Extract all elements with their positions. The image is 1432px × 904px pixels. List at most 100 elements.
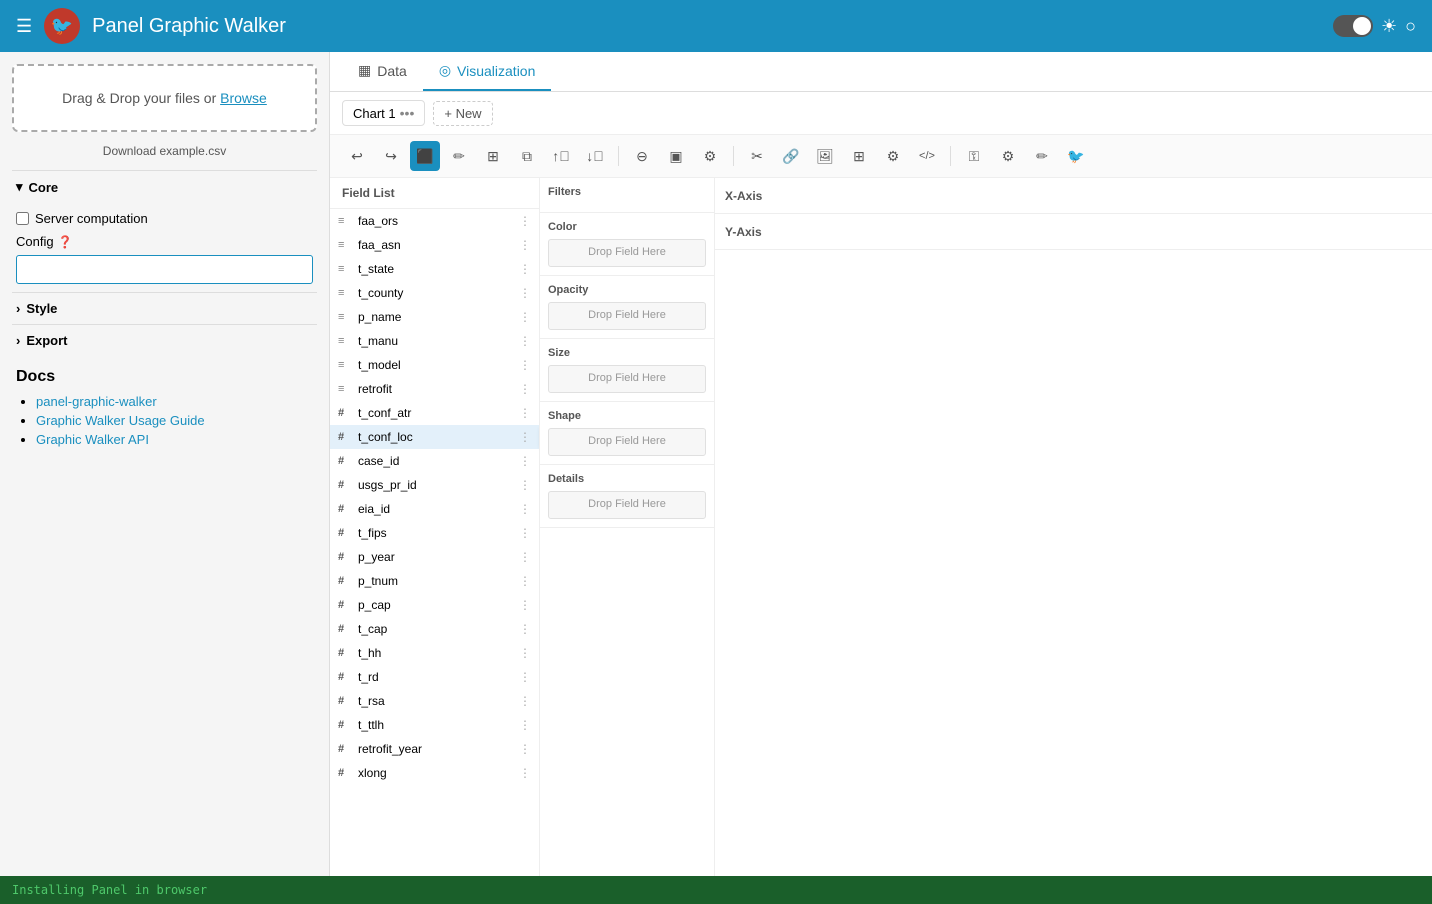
field-menu-icon[interactable]: ⋮ [519, 286, 531, 300]
field-menu-icon[interactable]: ⋮ [519, 214, 531, 228]
field-item[interactable]: #t_fips⋮ [330, 521, 539, 545]
field-item[interactable]: #xlong⋮ [330, 761, 539, 785]
field-menu-icon[interactable]: ⋮ [519, 502, 531, 516]
field-item[interactable]: #t_ttlh⋮ [330, 713, 539, 737]
sort-asc-button[interactable]: ↑⃣ [546, 141, 576, 171]
field-item[interactable]: #t_rsa⋮ [330, 689, 539, 713]
color-drop-zone[interactable]: Drop Field Here [548, 239, 706, 267]
sort-desc-button[interactable]: ↓⃣ [580, 141, 610, 171]
config-button[interactable]: ⚙ [878, 141, 908, 171]
zoom-rect-button[interactable]: ▣ [661, 141, 691, 171]
field-item[interactable]: #usgs_pr_id⋮ [330, 473, 539, 497]
field-item[interactable]: #p_year⋮ [330, 545, 539, 569]
field-menu-icon[interactable]: ⋮ [519, 430, 531, 444]
field-item[interactable]: #retrofit_year⋮ [330, 737, 539, 761]
field-menu-icon[interactable]: ⋮ [519, 598, 531, 612]
chart-tab-1[interactable]: Chart 1 ••• [342, 100, 425, 126]
brightness-icon[interactable]: ☀ [1381, 16, 1397, 37]
menu-icon[interactable]: ☰ [16, 16, 32, 37]
export-section-header[interactable]: › Export [12, 324, 317, 356]
core-section-header[interactable]: ▾ Core [12, 170, 317, 203]
code-button[interactable]: </> [912, 141, 942, 171]
server-computation-checkbox[interactable] [16, 212, 29, 225]
field-menu-icon[interactable]: ⋮ [519, 526, 531, 540]
field-item[interactable]: ≡t_model⋮ [330, 353, 539, 377]
details-drop-zone[interactable]: Drop Field Here [548, 491, 706, 519]
add-chart-button[interactable]: + New [433, 101, 492, 126]
mark-type-button[interactable]: ⬛ [410, 141, 440, 171]
theme-toggle[interactable] [1333, 15, 1373, 37]
browse-link[interactable]: Browse [220, 90, 267, 106]
docs-link-usage[interactable]: Graphic Walker Usage Guide [36, 413, 205, 428]
field-menu-icon[interactable]: ⋮ [519, 670, 531, 684]
field-menu-icon[interactable]: ⋮ [519, 622, 531, 636]
field-item[interactable]: ≡retrofit⋮ [330, 377, 539, 401]
docs-link-panel[interactable]: panel-graphic-walker [36, 394, 157, 409]
undo-button[interactable]: ↩ [342, 141, 372, 171]
field-menu-icon[interactable]: ⋮ [519, 238, 531, 252]
tab-data[interactable]: ▦ Data [342, 52, 423, 91]
edit-button[interactable]: ✏ [444, 141, 474, 171]
field-name-label: faa_asn [358, 238, 513, 252]
key-button[interactable]: ⚿ [959, 141, 989, 171]
field-menu-icon[interactable]: ⋮ [519, 310, 531, 324]
field-item[interactable]: #p_tnum⋮ [330, 569, 539, 593]
docs-link-api[interactable]: Graphic Walker API [36, 432, 149, 447]
key-settings-button[interactable]: ⚙ [993, 141, 1023, 171]
field-menu-icon[interactable]: ⋮ [519, 694, 531, 708]
circle-icon[interactable]: ○ [1405, 16, 1416, 37]
y-axis-drop[interactable] [785, 224, 1432, 240]
table-button[interactable]: ⊞ [844, 141, 874, 171]
field-item[interactable]: ≡p_name⋮ [330, 305, 539, 329]
upload-zone[interactable]: Drag & Drop your files or Browse [12, 64, 317, 132]
pen-button[interactable]: ✏ [1027, 141, 1057, 171]
download-link[interactable]: Download example.csv [12, 144, 317, 158]
field-menu-icon[interactable]: ⋮ [519, 454, 531, 468]
link-button[interactable]: 🔗 [776, 141, 806, 171]
image-button[interactable]: 🖼 [810, 141, 840, 171]
field-menu-icon[interactable]: ⋮ [519, 742, 531, 756]
redo-button[interactable]: ↪ [376, 141, 406, 171]
field-item[interactable]: #t_rd⋮ [330, 665, 539, 689]
field-menu-icon[interactable]: ⋮ [519, 478, 531, 492]
size-drop-zone[interactable]: Drop Field Here [548, 365, 706, 393]
field-item[interactable]: #p_cap⋮ [330, 593, 539, 617]
layers-button[interactable]: ⊞ [478, 141, 508, 171]
field-item[interactable]: ≡t_manu⋮ [330, 329, 539, 353]
field-item[interactable]: #case_id⋮ [330, 449, 539, 473]
field-name-label: t_manu [358, 334, 513, 348]
field-menu-icon[interactable]: ⋮ [519, 382, 531, 396]
shape-drop-zone[interactable]: Drop Field Here [548, 428, 706, 456]
field-menu-icon[interactable]: ⋮ [519, 358, 531, 372]
field-menu-icon[interactable]: ⋮ [519, 718, 531, 732]
brush-button[interactable]: ✂ [742, 141, 772, 171]
field-item[interactable]: #t_cap⋮ [330, 617, 539, 641]
field-menu-icon[interactable]: ⋮ [519, 406, 531, 420]
field-menu-icon[interactable]: ⋮ [519, 766, 531, 780]
field-item[interactable]: #t_hh⋮ [330, 641, 539, 665]
field-item[interactable]: #t_conf_atr⋮ [330, 401, 539, 425]
field-item[interactable]: #eia_id⋮ [330, 497, 539, 521]
config-input[interactable] [16, 255, 313, 284]
field-menu-icon[interactable]: ⋮ [519, 646, 531, 660]
bird-button[interactable]: 🐦 [1061, 141, 1091, 171]
number-field-icon: # [338, 503, 352, 515]
field-item[interactable]: ≡t_state⋮ [330, 257, 539, 281]
field-menu-icon[interactable]: ⋮ [519, 574, 531, 588]
field-menu-icon[interactable]: ⋮ [519, 550, 531, 564]
field-item[interactable]: #t_conf_loc⋮t_conf_loc [330, 425, 539, 449]
field-menu-icon[interactable]: ⋮ [519, 262, 531, 276]
field-item[interactable]: ≡faa_ors⋮ [330, 209, 539, 233]
tab-visualization[interactable]: ◎ Visualization [423, 52, 552, 91]
field-item[interactable]: ≡t_county⋮ [330, 281, 539, 305]
field-menu-icon[interactable]: ⋮ [519, 334, 531, 348]
duplicate-button[interactable]: ⧉ [512, 141, 542, 171]
style-section-header[interactable]: › Style [12, 292, 317, 324]
opacity-drop-zone[interactable]: Drop Field Here [548, 302, 706, 330]
zoom-out-button[interactable]: ⊖ [627, 141, 657, 171]
field-item[interactable]: ≡faa_asn⋮ [330, 233, 539, 257]
chart-options-icon[interactable]: ••• [400, 105, 415, 121]
number-field-icon: # [338, 647, 352, 659]
zoom-settings-button[interactable]: ⚙ [695, 141, 725, 171]
x-axis-drop[interactable] [785, 188, 1432, 204]
